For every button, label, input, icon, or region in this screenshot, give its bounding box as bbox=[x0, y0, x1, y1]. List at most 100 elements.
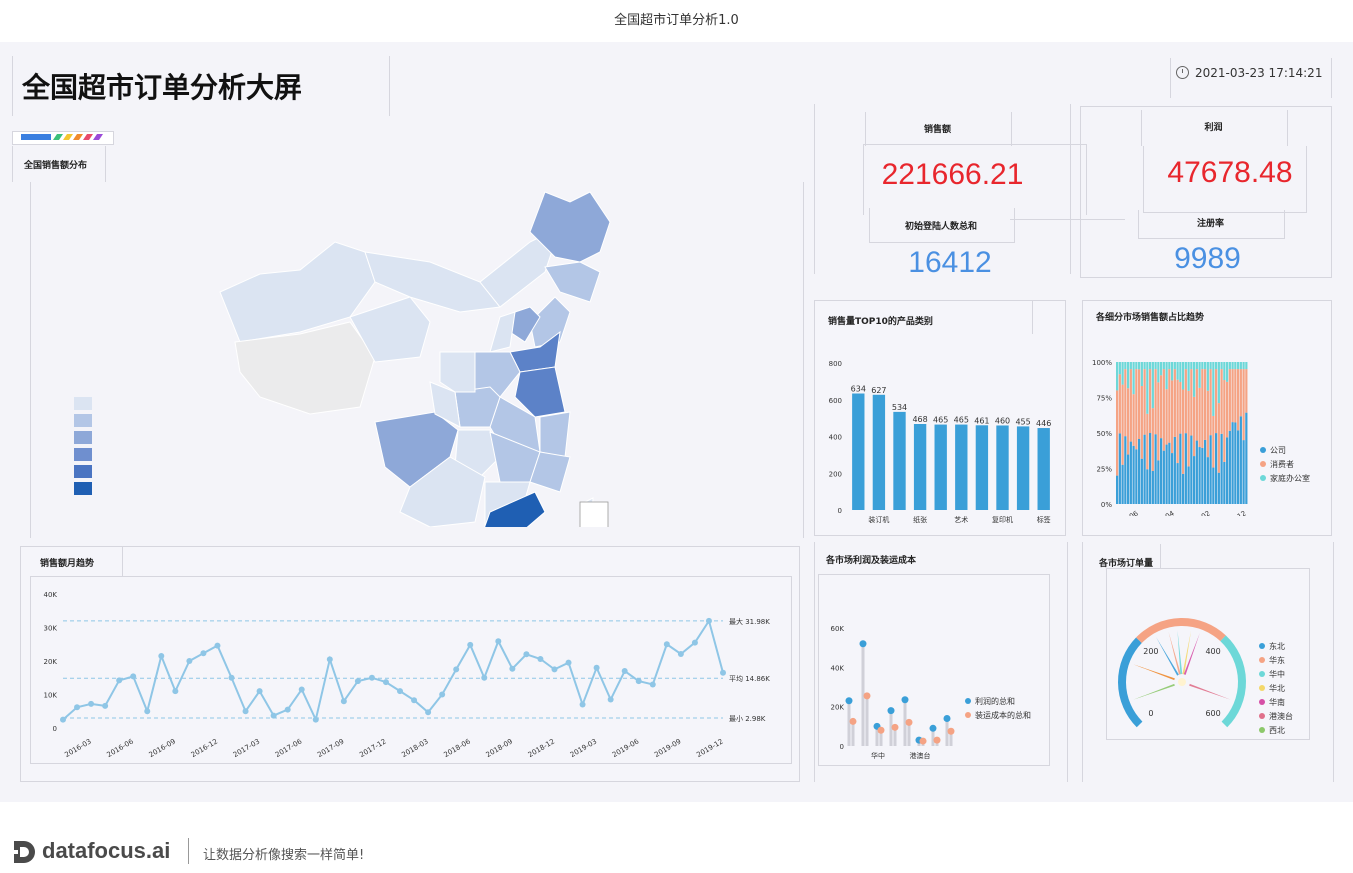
market-orders-gauge[interactable]: 0 200 400 600 东北华东华中华北华南港澳台西北西南 bbox=[1106, 568, 1310, 740]
logins-value: 16412 bbox=[908, 246, 992, 279]
x-tick-label: 2017-06 bbox=[274, 737, 304, 759]
stack-segment-consumer bbox=[1212, 415, 1215, 468]
y-tick-label: 0 bbox=[840, 743, 844, 751]
legend-marker bbox=[1259, 713, 1265, 719]
stack-segment-company bbox=[1168, 442, 1171, 504]
legend-label: 消费者 bbox=[1270, 459, 1294, 469]
data-point bbox=[102, 702, 109, 709]
stack-segment-consumer bbox=[1217, 403, 1220, 473]
china-map[interactable] bbox=[200, 182, 630, 527]
data-point bbox=[537, 655, 544, 662]
datetime-widget: 2021-03-23 17:14:21 bbox=[1176, 66, 1322, 80]
stack-segment-home-office bbox=[1157, 362, 1160, 383]
lollipop-head bbox=[877, 726, 885, 734]
stack-segment-company bbox=[1179, 433, 1182, 504]
legend-swatch-1 bbox=[74, 397, 92, 410]
data-point bbox=[340, 698, 347, 705]
legend-marker bbox=[1260, 475, 1266, 481]
datafocus-logo-icon bbox=[14, 841, 35, 863]
bar bbox=[893, 411, 906, 510]
y-tick-label: 0 bbox=[838, 507, 842, 515]
stack-segment-company bbox=[1239, 416, 1242, 504]
bar bbox=[852, 393, 865, 510]
stack-segment-company bbox=[1140, 458, 1143, 504]
x-tick-label: 港澳台 bbox=[910, 751, 931, 760]
stack-segment-home-office bbox=[1212, 362, 1215, 416]
stack-segment-consumer bbox=[1198, 387, 1201, 448]
bar-data-label: 534 bbox=[892, 403, 907, 412]
stack-segment-home-office bbox=[1215, 362, 1218, 370]
legend-swatch-6 bbox=[74, 482, 92, 495]
stack-segment-home-office bbox=[1239, 362, 1242, 370]
y-tick-label: 0 bbox=[53, 725, 57, 733]
dashboard-canvas: 全国超市订单分析大屏 2021-03-23 17:14:21 全国销售额分布 销… bbox=[0, 42, 1353, 802]
legend-swatch-5 bbox=[74, 465, 92, 478]
legend-label: 利润的总和 bbox=[975, 696, 1015, 706]
bar-data-label: 446 bbox=[1036, 419, 1051, 428]
stack-segment-home-office bbox=[1184, 362, 1187, 370]
legend-marker bbox=[1259, 727, 1265, 733]
x-tick-label: 2016-06 bbox=[106, 737, 136, 759]
bar-data-label: 627 bbox=[871, 386, 886, 395]
stack-segment-home-office bbox=[1140, 362, 1143, 387]
x-tick-label: 标签 bbox=[1037, 515, 1051, 524]
profit-label: 利润 bbox=[1204, 123, 1223, 133]
data-point bbox=[88, 700, 95, 707]
bar bbox=[1037, 428, 1050, 510]
stack-segment-company bbox=[1201, 447, 1204, 504]
stack-segment-company bbox=[1204, 439, 1207, 504]
segment-stacked-chart[interactable]: 0% 25% 50% 75% 100% 2016-06 2017-04 2018-02 2018… bbox=[1088, 326, 1328, 516]
profit-shipping-chart[interactable]: 0 20K 40K 60K 华中 港澳台 利润的总和装运成本的总和 bbox=[818, 574, 1050, 766]
top10-title: 销售量TOP10的产品类别 bbox=[828, 317, 933, 327]
legend-label: 公司 bbox=[1270, 446, 1286, 455]
gauge-needle bbox=[1133, 683, 1175, 700]
y-tick-label: 60K bbox=[831, 625, 845, 633]
monthly-line-chart[interactable]: 0 10K 20K 30K 40K 最大 31.98K 平均 14.86K 最小 2.98K 2… bbox=[30, 576, 790, 762]
stack-segment-consumer bbox=[1184, 369, 1187, 434]
stack-segment-company bbox=[1231, 422, 1234, 504]
gauge-tick-label: 200 bbox=[1143, 647, 1158, 656]
stack-segment-consumer bbox=[1190, 369, 1193, 436]
data-point bbox=[453, 666, 460, 673]
stack-segment-company bbox=[1154, 434, 1157, 504]
datetime-text: 2021-03-23 17:14:21 bbox=[1195, 66, 1323, 80]
x-tick-label: 2016-12 bbox=[190, 737, 219, 759]
legend-label: 家庭办公室 bbox=[1270, 473, 1310, 483]
legend-swatch-3 bbox=[74, 431, 92, 444]
stack-segment-home-office bbox=[1198, 362, 1201, 388]
stack-segment-consumer bbox=[1204, 369, 1207, 440]
legend-marker bbox=[1259, 685, 1265, 691]
stack-segment-home-office bbox=[1220, 362, 1223, 370]
registration-value: 9989 bbox=[1174, 242, 1241, 275]
y-tick-label: 0% bbox=[1101, 501, 1112, 509]
data-point bbox=[382, 679, 389, 686]
legend-swatch-4 bbox=[74, 448, 92, 461]
lollipop-head bbox=[943, 714, 951, 722]
data-point bbox=[144, 708, 151, 715]
stack-segment-company bbox=[1146, 469, 1149, 504]
y-tick-label: 100% bbox=[1092, 359, 1112, 367]
y-tick-label: 10K bbox=[44, 692, 58, 700]
profit-shipping-title: 各市场利润及装运成本 bbox=[826, 556, 917, 566]
stack-segment-home-office bbox=[1190, 362, 1193, 370]
lollipop-head bbox=[863, 692, 871, 700]
stack-segment-consumer bbox=[1226, 381, 1229, 438]
data-point bbox=[705, 617, 712, 624]
stack-segment-company bbox=[1198, 447, 1201, 504]
top10-bar-chart[interactable]: 0 200 400 600 800 634 627 534 468 465 465 461 460 455… bbox=[822, 342, 1062, 527]
x-tick-label: 艺术 bbox=[954, 515, 968, 524]
data-point bbox=[425, 709, 432, 716]
stack-segment-home-office bbox=[1242, 362, 1245, 370]
clock-icon bbox=[1176, 66, 1189, 79]
y-tick-label: 200 bbox=[829, 470, 842, 478]
lollipop-head bbox=[859, 640, 867, 648]
stack-segment-company bbox=[1132, 445, 1135, 504]
legend-label: 装运成本的总和 bbox=[975, 710, 1031, 720]
gauge-arc-segment bbox=[1220, 635, 1246, 728]
data-point bbox=[200, 650, 207, 657]
stack-segment-consumer bbox=[1149, 369, 1152, 434]
stack-segment-consumer bbox=[1140, 386, 1143, 459]
data-point bbox=[186, 658, 193, 664]
data-point bbox=[214, 642, 221, 649]
stack-segment-company bbox=[1121, 464, 1124, 504]
